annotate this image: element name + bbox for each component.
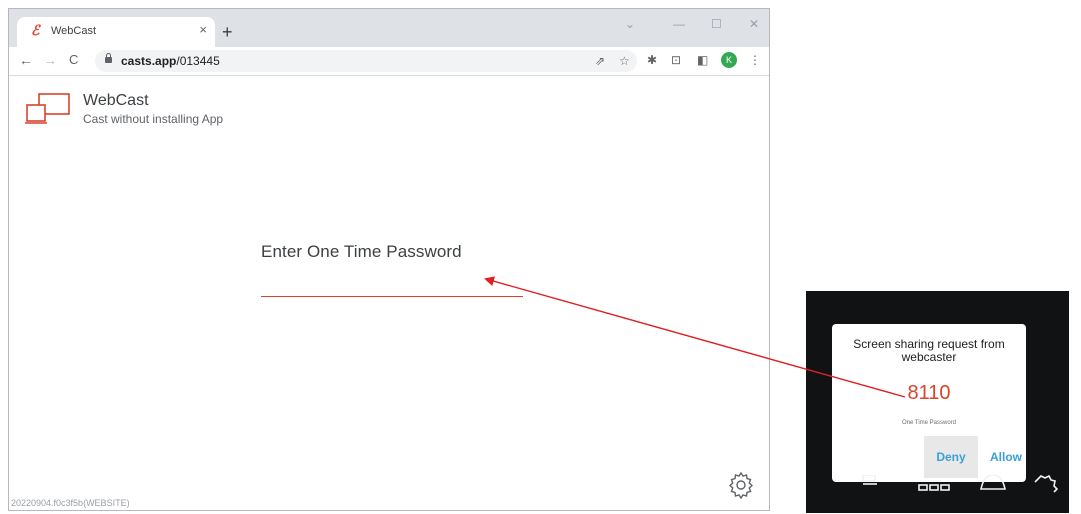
otp-input[interactable]: [261, 274, 523, 297]
otp-heading: Enter One Time Password: [261, 242, 462, 261]
title-bar: ℰ WebCast × + ⌄ — ☐ ✕: [9, 9, 769, 47]
tv-otp-label: One Time Password: [901, 420, 957, 426]
address-bar[interactable]: casts.app/013445 ⇗ ☆: [95, 50, 637, 72]
tv-dock-apps-icon[interactable]: [918, 484, 950, 491]
browser-window: ℰ WebCast × + ⌄ — ☐ ✕ ← → C casts.app/01…: [8, 8, 770, 511]
allow-button[interactable]: Allow: [988, 436, 1024, 478]
lock-icon: [105, 53, 112, 63]
tv-dock-device-icon[interactable]: [862, 475, 877, 485]
tv-dock-home-icon[interactable]: [980, 475, 1006, 490]
tv-dock-settings-icon[interactable]: [1034, 475, 1059, 493]
webcast-logo-icon: [25, 93, 70, 124]
url-host: casts.app: [121, 54, 177, 68]
share-icon[interactable]: ⇗: [595, 53, 605, 69]
new-tab-button[interactable]: +: [222, 23, 233, 41]
url-path: /013445: [176, 54, 220, 68]
menu-icon[interactable]: ⋮: [749, 52, 761, 68]
tv-screen: Screen sharing request from webcaster 81…: [806, 291, 1069, 513]
tab-search-icon[interactable]: ⌄: [625, 17, 635, 31]
url-text: casts.app/013445: [121, 54, 220, 68]
version-label: 20220904.f0c3f5b(WEBSITE): [11, 498, 130, 508]
profile-avatar[interactable]: K: [721, 52, 737, 68]
browser-toolbar: ← → C casts.app/013445 ⇗ ☆ ✱ ⊡ ◧ K ⋮: [9, 47, 769, 76]
browser-tab[interactable]: ℰ WebCast ×: [17, 17, 215, 47]
side-panel-icon[interactable]: ◧: [697, 52, 708, 68]
tab-close-icon[interactable]: ×: [199, 22, 207, 37]
screen-share-dialog: Screen sharing request from webcaster 81…: [832, 324, 1026, 482]
app-name: WebCast: [83, 92, 149, 109]
request-title: Screen sharing request from webcaster: [853, 337, 1005, 364]
close-window-button[interactable]: ✕: [749, 17, 759, 31]
bookmark-star-icon[interactable]: ☆: [619, 53, 630, 69]
extensions-icon[interactable]: ✱: [647, 52, 657, 68]
app-tagline: Cast without installing App: [83, 112, 224, 126]
settings-gear-icon[interactable]: [726, 470, 756, 500]
deny-button[interactable]: Deny: [924, 436, 978, 478]
back-button[interactable]: ←: [19, 52, 33, 68]
tv-dock: [862, 475, 1059, 493]
maximize-button[interactable]: ☐: [711, 17, 722, 31]
page-content: WebCast Cast without installing App Ente…: [9, 76, 769, 510]
tv-otp-code: 8110: [907, 382, 951, 404]
reload-button[interactable]: C: [69, 52, 78, 68]
cast-icon[interactable]: ⊡: [671, 52, 681, 68]
minimize-button[interactable]: —: [673, 17, 685, 31]
webcast-favicon-icon: ℰ: [31, 23, 40, 39]
tab-title: WebCast: [51, 25, 97, 37]
forward-button[interactable]: →: [43, 52, 57, 68]
